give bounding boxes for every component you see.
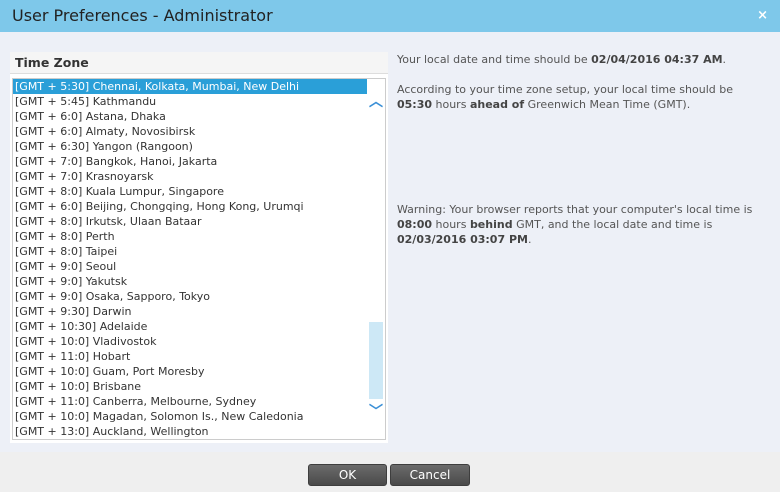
scrollbar-thumb[interactable] <box>369 322 383 399</box>
timezone-option[interactable]: [GMT + 5:45] Kathmandu <box>13 94 367 109</box>
close-icon[interactable]: × <box>757 8 768 23</box>
text: . <box>722 53 727 66</box>
direction: ahead of <box>469 98 525 111</box>
timezone-option[interactable]: [GMT + 10:0] Vladivostok <box>13 334 367 349</box>
timezone-option[interactable]: [GMT + 9:0] Seoul <box>13 259 367 274</box>
text: Warning: Your browser reports that your … <box>397 203 753 216</box>
timezone-option[interactable]: [GMT + 13:0] Auckland, Wellington <box>13 424 367 439</box>
timezone-option[interactable]: [GMT + 9:0] Osaka, Sapporo, Tokyo <box>13 289 367 304</box>
timezone-option[interactable]: [GMT + 7:0] Krasnoyarsk <box>13 169 367 184</box>
text: hours <box>432 218 470 231</box>
timezone-option[interactable]: [GMT + 8:0] Taipei <box>13 244 367 259</box>
title-bar: User Preferences - Administrator × <box>0 0 780 32</box>
timezone-option[interactable]: [GMT + 6:0] Beijing, Chongqing, Hong Kon… <box>13 199 367 214</box>
direction: behind <box>469 218 513 231</box>
timezone-option[interactable]: [GMT + 10:0] Brisbane <box>13 379 367 394</box>
text: According to your time zone setup, your … <box>397 83 733 96</box>
chevron-up-icon[interactable]: ︿ <box>369 91 383 111</box>
text: . <box>527 233 532 246</box>
text: Your local date and time should be <box>397 53 592 66</box>
timezone-option[interactable]: [GMT + 8:0] Kuala Lumpur, Singapore <box>13 184 367 199</box>
local-time-text: Your local date and time should be 02/04… <box>397 52 767 67</box>
offset: 05:30 <box>397 98 433 111</box>
text: GMT, and the local date and time is <box>512 218 713 231</box>
timezone-option[interactable]: [GMT + 7:0] Bangkok, Hanoi, Jakarta <box>13 154 367 169</box>
scrollbar[interactable]: ︿ ﹀ <box>367 79 383 439</box>
timezone-option[interactable]: [GMT + 5:30] Chennai, Kolkata, Mumbai, N… <box>13 79 367 94</box>
timezone-option[interactable]: [GMT + 6:0] Almaty, Novosibirsk <box>13 124 367 139</box>
local-datetime: 02/04/2016 04:37 AM <box>591 53 723 66</box>
timezone-option[interactable]: [GMT + 11:0] Hobart <box>13 349 367 364</box>
footer: OK Cancel <box>0 452 780 492</box>
browser-warning-text: Warning: Your browser reports that your … <box>397 202 767 247</box>
timezone-header: Time Zone <box>10 52 388 74</box>
timezone-option[interactable]: [GMT + 9:30] Darwin <box>13 304 367 319</box>
browser-datetime: 02/03/2016 03:07 PM <box>397 233 528 246</box>
timezone-option[interactable]: [GMT + 8:0] Irkutsk, Ulaan Bataar <box>13 214 367 229</box>
timezone-option[interactable]: [GMT + 6:0] Astana, Dhaka <box>13 109 367 124</box>
timezone-option[interactable]: [GMT + 9:0] Yakutsk <box>13 274 367 289</box>
cancel-button[interactable]: Cancel <box>390 464 470 486</box>
text: hours <box>432 98 470 111</box>
window-title: User Preferences - Administrator <box>12 6 273 25</box>
timezone-offset-text: According to your time zone setup, your … <box>397 82 767 112</box>
timezone-option[interactable]: [GMT + 10:30] Adelaide <box>13 319 367 334</box>
chevron-down-icon[interactable]: ﹀ <box>369 401 383 421</box>
browser-offset: 08:00 <box>397 218 433 231</box>
timezone-option[interactable]: [GMT + 8:0] Perth <box>13 229 367 244</box>
timezone-panel: Time Zone [GMT + 5:30] Chennai, Kolkata,… <box>10 52 388 443</box>
timezone-option[interactable]: [GMT + 10:0] Guam, Port Moresby <box>13 364 367 379</box>
timezone-option[interactable]: [GMT + 11:0] Canberra, Melbourne, Sydney <box>13 394 367 409</box>
timezone-option[interactable]: [GMT + 6:30] Yangon (Rangoon) <box>13 139 367 154</box>
timezone-option[interactable]: [GMT + 10:0] Magadan, Solomon Is., New C… <box>13 409 367 424</box>
text: Greenwich Mean Time (GMT). <box>524 98 691 111</box>
timezone-listbox[interactable]: [GMT + 5:30] Chennai, Kolkata, Mumbai, N… <box>12 78 386 440</box>
ok-button[interactable]: OK <box>308 464 387 486</box>
